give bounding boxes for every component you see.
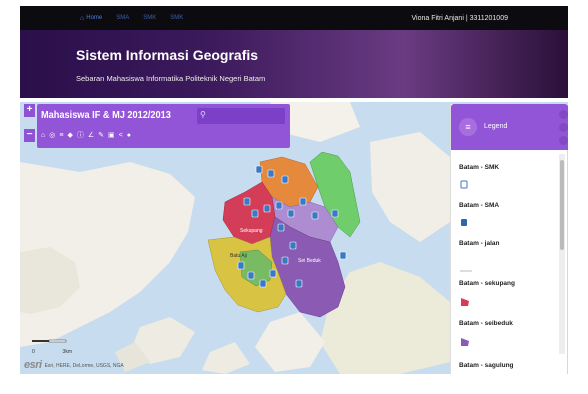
scale-bar: 0 3km [32,339,72,355]
page: ⌂ Home SMA SMK SMK Viona Fitri Anjani | … [0,0,588,394]
map-search-input[interactable]: ⚲ [197,108,285,124]
measure-icon[interactable]: ∠ [88,132,94,140]
globe-icon[interactable]: ◎ [49,132,55,140]
nav-smk-link-2[interactable]: SMK [170,15,183,21]
draw-icon[interactable]: ✎ [98,132,104,140]
legend-item-label: Batam - sagulung [459,362,514,369]
legend-controls [559,110,568,145]
map-toolbar: ⌂ ◎ ≡ ◆ ⓘ ∠ ✎ ▣ < ● [41,132,131,140]
nav-smk-label-2: SMK [170,15,184,21]
scroll-thumb[interactable] [560,160,564,250]
share-icon[interactable]: < [119,132,123,140]
scale-bar-graphic [32,339,67,343]
zoom-out-button[interactable]: − [24,129,35,142]
home-icon[interactable]: ⌂ [41,132,45,140]
info-icon[interactable]: ⓘ [77,132,84,140]
legend-header[interactable]: ≡ Legend [451,104,568,150]
polygon-swatch-seibeduk [460,334,470,352]
top-navbar: ⌂ Home SMA SMK SMK Viona Fitri Anjani | … [20,6,568,30]
nav-smk-link[interactable]: SMK [143,15,156,21]
nav-home-label: Home [86,15,103,21]
legend-title: Legend [484,123,508,130]
legend-control-dot-3[interactable] [559,136,568,145]
scale-end: 3km [62,349,72,355]
list-icon: ≡ [459,118,477,136]
legend-item-label: Batam - SMK [459,164,500,171]
esri-logo: esri [24,359,42,371]
legend-item-label: Batam - jalan [459,240,500,247]
legend-item-label: Batam - seibeduk [459,320,513,327]
label-sei-beduk: Sei Beduk [298,258,321,264]
map-title: Mahasiswa IF & MJ 2012/2013 [41,110,171,121]
legend-control-dot-2[interactable] [559,123,568,132]
print-icon[interactable]: ▣ [108,132,115,140]
legend-body: Batam - SMK Batam - SMA Batam - jalan Ba… [451,150,568,374]
zoom-in-button[interactable]: + [24,104,35,117]
layers-icon[interactable]: ◆ [67,132,72,140]
nav-sma-link[interactable]: SMA [116,15,129,21]
legend-control-dot-1[interactable] [559,110,568,119]
page-header: Sistem Informasi Geografis Sebaran Mahas… [20,30,568,98]
school-icon [460,176,468,194]
user-info: Viona Fitri Anjani | 3311201009 [411,14,508,22]
label-sekupang: Sekupang [240,228,263,234]
search-icon: ⚲ [200,110,206,119]
legend-scrollbar[interactable] [559,154,565,354]
nav-sma-label: SMA [116,15,130,21]
home-icon: ⌂ [80,14,85,22]
page-title: Sistem Informasi Geografis [76,47,259,63]
attribution-text: Esri, HERE, DeLorme, USGS, NGA [44,363,124,369]
nav-links: ⌂ Home SMA SMK SMK [80,15,183,22]
list-icon[interactable]: ≡ [59,132,63,140]
legend-item-label: Batam - SMA [459,202,500,209]
polygon-swatch-sekupang [460,294,470,312]
nav-home-link[interactable]: ⌂ Home [80,15,102,22]
scale-start: 0 [32,349,35,355]
page-subtitle: Sebaran Mahasiswa Informatika Politeknik… [76,74,266,83]
legend-item-label: Batam - sekupang [459,280,515,287]
road-line-symbol [460,260,472,278]
nav-smk-label: SMK [143,15,157,21]
school-icon [460,214,468,232]
label-batu-aji: Batu Aji [230,253,247,259]
map-attribution: esri Esri, HERE, DeLorme, USGS, NGA [24,359,124,371]
legend-panel: ≡ Legend Batam - SMK Batam - SMA Batam -… [450,104,568,374]
lock-icon[interactable]: ● [127,132,131,140]
map-container[interactable]: Sekupang Batu Aji Sei Beduk Mahasiswa IF… [20,102,568,374]
map-tools-panel: Mahasiswa IF & MJ 2012/2013 ⚲ ⌂ ◎ ≡ ◆ ⓘ … [37,104,290,148]
